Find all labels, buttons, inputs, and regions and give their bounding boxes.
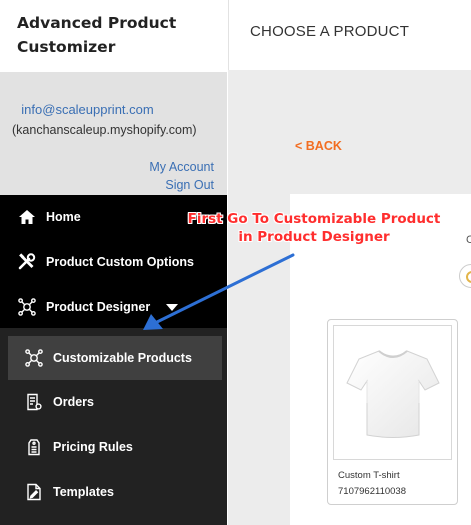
- app-title: Advanced Product Customizer: [17, 14, 177, 56]
- product-card[interactable]: Custom T-shirt 7107962110038: [327, 319, 458, 505]
- submenu-item-orders[interactable]: Orders: [8, 380, 222, 424]
- annotation-line-1: First Go To Customizable Product: [187, 211, 441, 227]
- back-link[interactable]: < BACK: [295, 139, 342, 153]
- submenu-item-label: Pricing Rules: [53, 440, 133, 454]
- price-tag-icon: [24, 437, 44, 457]
- main-header: CHOOSE A PRODUCT: [228, 0, 471, 70]
- sign-out-link[interactable]: Sign Out: [165, 178, 214, 192]
- submenu-item-label: Customizable Products: [53, 351, 192, 365]
- product-designer-submenu: Customizable Products Orders Pricing Rul…: [0, 328, 227, 525]
- app-header: Advanced Product Customizer: [0, 0, 227, 72]
- annotation-callout: First Go To Customizable Product in Prod…: [178, 210, 450, 246]
- submenu-item-templates[interactable]: Templates: [8, 470, 222, 514]
- product-image[interactable]: [333, 325, 452, 460]
- tools-icon: [17, 252, 37, 272]
- account-shop-domain: (kanchanscaleup.myshopify.com): [12, 123, 197, 137]
- nav-item-product-custom-options[interactable]: Product Custom Options: [0, 240, 227, 284]
- partial-text: C: [466, 234, 471, 246]
- template-icon: [24, 482, 44, 502]
- my-account-link[interactable]: My Account: [149, 160, 214, 174]
- chevron-down-icon[interactable]: [166, 303, 179, 311]
- nav-item-label: Product Custom Options: [46, 255, 194, 269]
- page-title: CHOOSE A PRODUCT: [250, 23, 410, 40]
- back-bar: < BACK: [228, 70, 471, 194]
- annotation-line-2: in Product Designer: [238, 229, 390, 245]
- product-id: 7107962110038: [338, 486, 406, 497]
- submenu-item-label: Orders: [53, 395, 94, 409]
- tshirt-icon: [345, 349, 440, 438]
- nav-item-label: Home: [46, 210, 81, 224]
- network-icon: [17, 297, 37, 317]
- submenu-item-pricing-rules[interactable]: Pricing Rules: [8, 425, 222, 469]
- account-panel: info@scaleupprint.com (kanchanscaleup.my…: [0, 72, 227, 195]
- network-icon: [24, 348, 44, 368]
- submenu-item-label: Templates: [53, 485, 114, 499]
- submenu-item-customizable-products[interactable]: Customizable Products: [8, 336, 222, 380]
- orders-icon: [24, 392, 44, 412]
- home-icon: [17, 207, 37, 227]
- account-email-link[interactable]: info@scaleupprint.com: [0, 102, 175, 117]
- circle-icon[interactable]: [459, 264, 471, 288]
- nav-item-product-designer[interactable]: Product Designer: [0, 285, 227, 329]
- nav-item-label: Product Designer: [46, 300, 151, 314]
- sidebar: Advanced Product Customizer info@scaleup…: [0, 0, 227, 525]
- product-name: Custom T-shirt: [338, 470, 400, 481]
